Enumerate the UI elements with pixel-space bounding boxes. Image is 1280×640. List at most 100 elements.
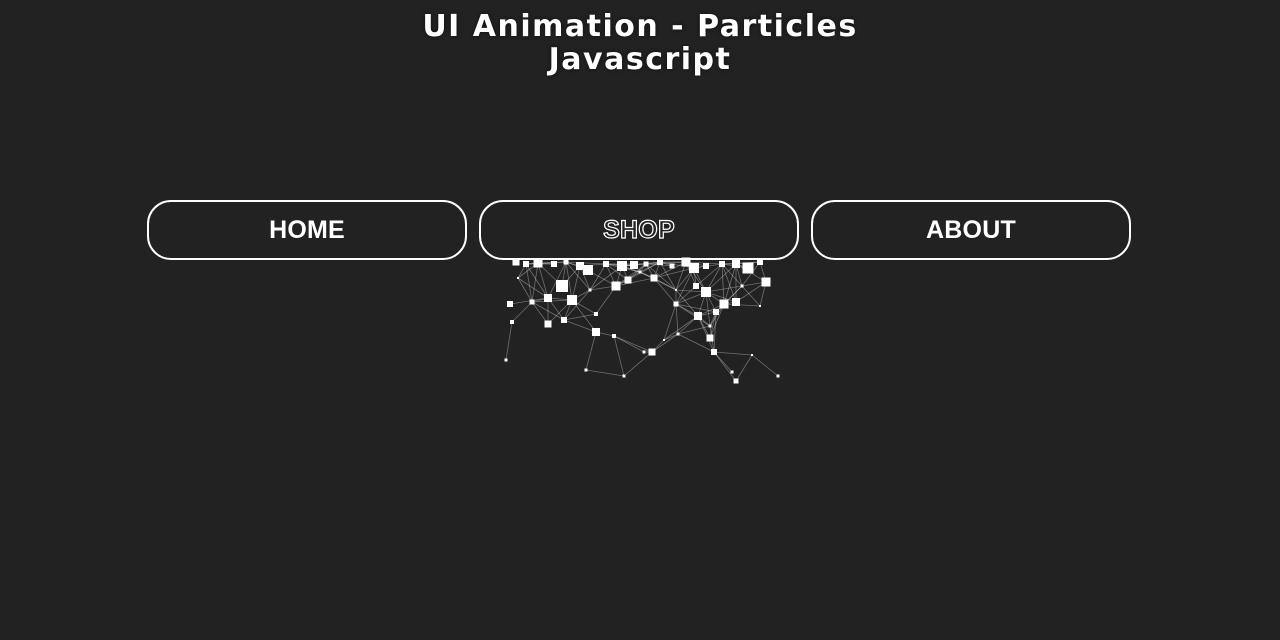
particle-line (645, 261, 661, 265)
particle (648, 348, 656, 356)
particle-line (663, 333, 679, 341)
particle-line (605, 263, 629, 281)
particle-line (605, 263, 635, 266)
particle-line (697, 315, 711, 327)
particle-line (675, 285, 697, 305)
particle-line (579, 265, 617, 287)
particle-line (605, 263, 617, 287)
particle-line (697, 315, 715, 353)
particle-line (705, 291, 725, 305)
particle-line (705, 263, 737, 293)
particle-line (677, 333, 715, 353)
particle-line (677, 325, 711, 335)
particle-line (721, 263, 749, 269)
particle-line (659, 261, 695, 269)
particle-line (675, 303, 679, 335)
particle (556, 280, 568, 292)
particle-line (675, 289, 699, 317)
particle-line (677, 315, 699, 335)
particle (529, 299, 535, 305)
particle-line (705, 285, 743, 293)
main-nav: HOME SHOP ABOUT (147, 200, 1133, 260)
particle-line (759, 261, 767, 283)
particle-line (721, 263, 737, 303)
particle-line (685, 261, 707, 293)
particle (703, 263, 709, 269)
particle-line (721, 263, 743, 287)
particle (588, 288, 592, 292)
particle-line (613, 335, 645, 353)
particle (706, 334, 714, 342)
particle-line (723, 285, 743, 305)
particle-line (675, 289, 707, 293)
particle-line (653, 277, 677, 305)
particle-line (621, 263, 647, 267)
particle-line (547, 297, 573, 301)
particle-line (723, 301, 737, 305)
particle-line (709, 311, 717, 327)
particle-line (627, 261, 661, 281)
particle (740, 284, 744, 288)
particle (689, 263, 699, 273)
nav-label-home: HOME (269, 215, 345, 244)
particle-line (653, 261, 687, 279)
particle-line (525, 261, 567, 265)
particle-line (705, 291, 711, 327)
particle-line (735, 281, 767, 303)
particle (544, 294, 552, 302)
particle-line (709, 325, 715, 353)
particle-line (735, 263, 767, 283)
particle (676, 332, 680, 336)
particle-line (531, 262, 539, 303)
particle-line (675, 261, 687, 291)
particle-line (675, 303, 717, 313)
particle-line (645, 263, 673, 267)
particle-line (621, 265, 641, 273)
particle-line (561, 265, 581, 287)
particle (624, 276, 632, 284)
particle (732, 260, 740, 268)
particle-line (565, 261, 573, 301)
particle-line (615, 263, 647, 287)
particle-line (741, 285, 761, 307)
particle (693, 283, 699, 289)
particle-line (659, 261, 673, 267)
particle-line (685, 261, 707, 267)
particle (523, 261, 529, 267)
particle-line (565, 261, 607, 265)
particle (701, 287, 711, 297)
particle-line (645, 263, 677, 291)
particle (592, 328, 600, 336)
particle-line (537, 262, 549, 299)
particle (719, 299, 729, 309)
particle-line (709, 303, 725, 327)
particle-line (697, 303, 725, 317)
particle-line (697, 291, 707, 317)
particle-line (695, 263, 723, 287)
particle-line (615, 265, 623, 287)
particle-line (547, 297, 565, 321)
nav-button-shop[interactable]: SHOP (479, 200, 799, 260)
particle-line (639, 271, 677, 291)
particle-line (589, 285, 617, 291)
nav-label-about: ABOUT (926, 215, 1016, 244)
particle-line (509, 297, 549, 305)
particle-line (675, 303, 699, 317)
particle-line (735, 354, 753, 382)
particle-line (579, 265, 591, 291)
nav-button-about[interactable]: ABOUT (811, 200, 1131, 260)
nav-button-home[interactable]: HOME (147, 200, 467, 260)
particle-line (517, 263, 527, 279)
particle-line (685, 261, 697, 287)
particle-line (697, 315, 711, 339)
particle (638, 270, 642, 274)
page-title-line-2: Javascript (548, 42, 732, 77)
particle-line (589, 265, 623, 291)
particle (759, 305, 761, 307)
particle-line (723, 263, 737, 305)
particle (622, 374, 626, 378)
particle-line (693, 267, 697, 287)
particle-line (663, 303, 677, 341)
particle-line (579, 263, 607, 267)
particle-line (517, 277, 533, 303)
